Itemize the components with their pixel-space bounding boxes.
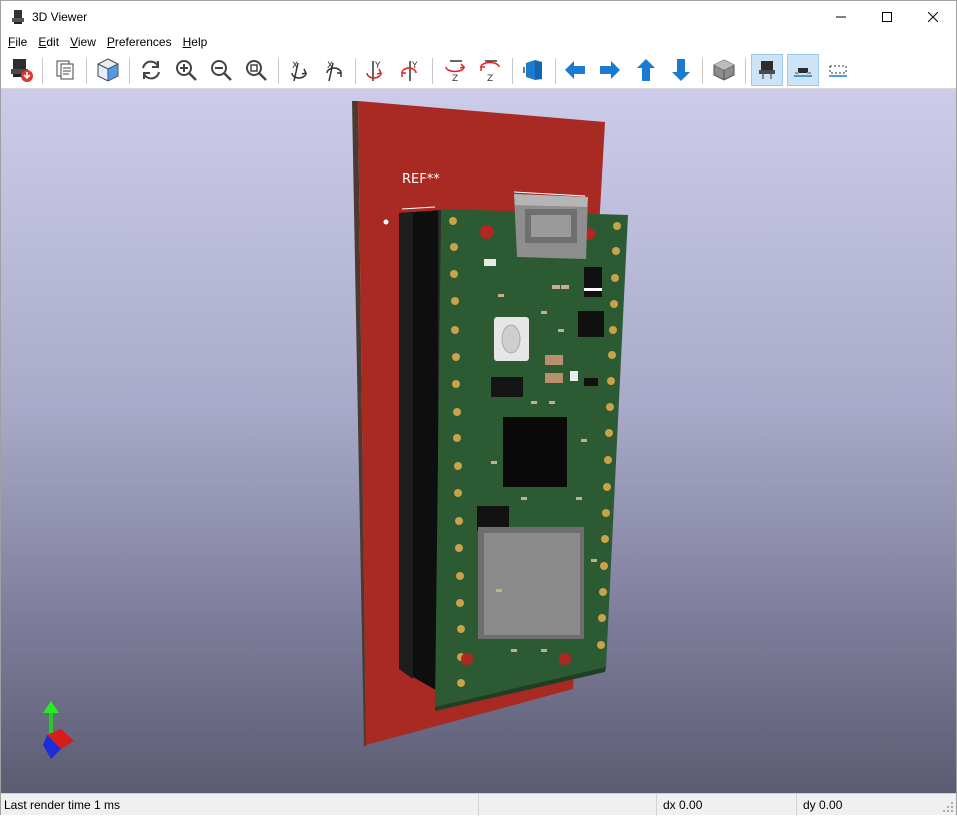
move-up-button[interactable] xyxy=(630,54,662,86)
close-button[interactable] xyxy=(910,1,956,32)
pico-module xyxy=(435,194,628,711)
rotate-x-ccw-button[interactable]: X xyxy=(318,54,350,86)
toolbar-separator xyxy=(432,58,433,84)
move-right-button[interactable] xyxy=(594,54,626,86)
rotate-z-cw-button[interactable]: Z xyxy=(439,54,471,86)
menu-view-mnemonic: V xyxy=(70,35,78,49)
flip-board-button[interactable] xyxy=(518,54,550,86)
flip-board-icon xyxy=(523,60,542,80)
refresh-button[interactable] xyxy=(135,54,167,86)
status-dx: dx 0.00 xyxy=(657,794,797,816)
menu-help-mnemonic: H xyxy=(182,35,192,49)
zoom-fit-button[interactable] xyxy=(240,54,272,86)
toolbar: X X Y Y Z Z xyxy=(1,52,956,89)
move-left-button[interactable] xyxy=(559,54,591,86)
zoom-in-button[interactable] xyxy=(170,54,202,86)
rotate-z-ccw-button[interactable]: Z xyxy=(474,54,506,86)
maximize-button[interactable] xyxy=(864,1,910,32)
refresh-icon xyxy=(142,60,160,80)
rotate-y-cw-button[interactable]: Y xyxy=(360,54,392,86)
toolbar-separator xyxy=(512,58,513,84)
menu-view-label: iew xyxy=(77,35,96,49)
window-title: 3D Viewer xyxy=(32,9,88,24)
maximize-icon xyxy=(882,11,892,22)
close-icon xyxy=(928,11,938,22)
zoom-out-icon xyxy=(211,60,232,81)
show-virtual-toggle[interactable] xyxy=(822,54,854,86)
copy-image-button[interactable] xyxy=(49,54,81,86)
toolbar-separator xyxy=(555,58,556,84)
ortho-toggle-button[interactable] xyxy=(708,54,740,86)
rotate-z-cw-icon: Z xyxy=(445,60,466,83)
status-bar: Last render time 1 ms dx 0.00 dy 0.00 xyxy=(1,793,956,816)
toolbar-separator xyxy=(355,58,356,84)
rotate-x-cw-button[interactable]: X xyxy=(283,54,315,86)
toolbar-separator xyxy=(745,58,746,84)
menu-file-label: ile xyxy=(15,35,28,49)
rotate-z-ccw-icon: Z xyxy=(480,60,500,83)
toolbar-separator xyxy=(702,58,703,84)
status-dy: dy 0.00 xyxy=(803,798,843,812)
copy-image-icon xyxy=(56,60,74,80)
resize-grip-icon[interactable] xyxy=(942,801,954,813)
menu-view[interactable]: View xyxy=(66,33,100,51)
zoom-fit-icon xyxy=(246,60,267,81)
title-bar: 3D Viewer xyxy=(1,1,956,32)
toolbar-separator xyxy=(86,58,87,84)
menu-preferences-label: references xyxy=(114,35,172,49)
toolbar-separator xyxy=(42,58,43,84)
3d-viewport[interactable]: REF** xyxy=(1,89,956,793)
rotate-y-ccw-icon: Y xyxy=(401,61,418,81)
move-left-icon xyxy=(565,61,585,79)
show-tht-toggle[interactable] xyxy=(751,54,783,86)
silkscreen-ref: REF** xyxy=(402,172,440,187)
rotate-x-cw-icon: X xyxy=(291,61,308,82)
show-smd-icon xyxy=(794,68,812,77)
ortho-toggle-icon xyxy=(713,59,735,81)
viewer-window: 3D Viewer File Edit View Preferences Hel… xyxy=(0,0,957,816)
svg-text:Z: Z xyxy=(487,74,493,83)
menu-edit-label: dit xyxy=(46,35,60,49)
window-controls xyxy=(818,1,956,32)
toolbar-separator xyxy=(129,58,130,84)
rotate-x-ccw-icon: X xyxy=(326,61,342,82)
menu-help-label: elp xyxy=(191,35,208,49)
reload-board-icon xyxy=(11,59,33,82)
menu-bar: File Edit View Preferences Help xyxy=(1,32,956,52)
show-virtual-icon xyxy=(829,65,847,77)
reload-board-button[interactable] xyxy=(5,54,37,86)
menu-edit[interactable]: Edit xyxy=(34,33,63,51)
menu-preferences-mnemonic: P xyxy=(106,35,115,49)
menu-file[interactable]: File xyxy=(4,33,31,51)
axis-gizmo xyxy=(43,701,74,759)
menu-preferences[interactable]: Preferences xyxy=(103,33,176,51)
3d-scene: REF** xyxy=(43,101,628,759)
minimize-icon xyxy=(836,16,846,17)
render-raytraced-button[interactable] xyxy=(92,54,124,86)
svg-text:Z: Z xyxy=(452,74,458,83)
menu-help[interactable]: Help xyxy=(179,33,212,51)
usb-connector xyxy=(514,194,588,259)
minimize-button[interactable] xyxy=(818,1,864,32)
zoom-out-button[interactable] xyxy=(205,54,237,86)
move-down-button[interactable] xyxy=(665,54,697,86)
show-smd-toggle[interactable] xyxy=(787,54,819,86)
render-raytraced-icon xyxy=(97,58,119,82)
move-right-icon xyxy=(600,61,620,79)
status-render-time: Last render time 1 ms xyxy=(1,794,479,816)
pin-header xyxy=(399,210,441,693)
zoom-in-icon xyxy=(176,60,197,81)
rotate-y-cw-icon: Y xyxy=(366,61,383,81)
rotate-y-ccw-button[interactable]: Y xyxy=(395,54,427,86)
move-up-icon xyxy=(637,59,655,81)
move-down-icon xyxy=(672,59,690,81)
app-icon xyxy=(12,9,24,24)
toolbar-separator xyxy=(278,58,279,84)
status-empty-cell xyxy=(479,794,657,816)
show-tht-icon xyxy=(759,61,775,79)
